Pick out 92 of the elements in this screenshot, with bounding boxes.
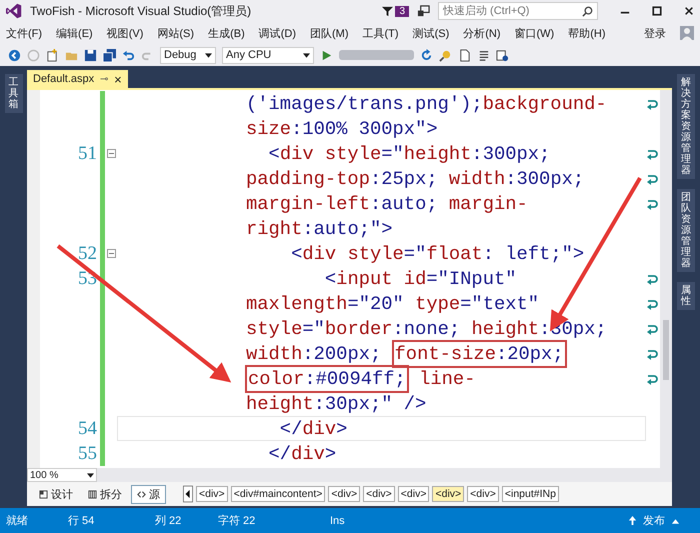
breadcrumb-item[interactable]: <div> [398,486,430,502]
zoom-dropdown[interactable]: 100 % [27,468,97,482]
menu-item[interactable]: 工具(T) [362,26,399,40]
caret-icon[interactable] [671,518,680,524]
design-view-icon [39,490,48,499]
line-number: 55 [78,442,97,464]
refresh-icon[interactable] [420,48,433,62]
menu-item[interactable]: 调试(D) [258,26,296,40]
vertical-scrollbar[interactable] [660,90,672,468]
menu-item[interactable]: 文件(F) [6,26,42,40]
view-tab[interactable]: 源 [131,484,166,504]
breadcrumb-item[interactable]: <div#maincontent> [230,486,326,502]
panel-tab[interactable]: 团队资源管理器 [677,189,695,272]
char-indicator: 字符 22 [218,514,256,528]
code-line: height:30px;" /> [246,392,426,414]
panel-tab[interactable]: 解决方案资源管理器 [677,74,695,179]
view-tab[interactable]: 拆分 [82,484,128,504]
new-project-icon[interactable] [46,48,59,62]
menu-item[interactable]: 分析(N) [463,26,501,40]
breadcrumb-item[interactable]: <input#INp [502,486,559,502]
menu-item[interactable]: 编辑(E) [56,26,93,40]
code-line: ('images/trans.png');background- [246,92,607,114]
app-logo-icon [6,3,22,19]
line-number: 51 [78,142,97,164]
menu-item[interactable]: 视图(V) [106,26,144,40]
close-tab-icon[interactable]: × [114,72,122,86]
up-arrow-icon [628,515,637,526]
code-text: width [246,342,302,364]
publish-button[interactable]: 发布 [643,513,665,528]
save-icon[interactable] [84,48,97,62]
quick-launch-field[interactable]: 快速启动 (Ctrl+Q) [438,2,598,20]
panel-tab[interactable]: 属性 [677,282,695,310]
split-view-icon [88,490,97,499]
undo-icon[interactable] [122,48,135,62]
close-icon[interactable] [684,6,694,16]
highlight-box: color:#0094ff; [248,368,406,390]
search-icon [582,6,593,16]
document-icon[interactable] [458,48,471,62]
menu-item[interactable]: 团队(M) [310,26,349,40]
status-text: 就绪 [6,514,29,528]
code-line: padding-top:25px; width:300px; [246,168,584,190]
code-line: </div> [278,418,348,440]
dropdown-caret-icon [205,52,212,58]
breadcrumb-item[interactable]: <div> [328,486,360,502]
highlight-box: font-size:20px; [394,342,564,364]
menu-item[interactable]: 网站(S) [157,26,194,40]
list-icon[interactable] [477,48,490,62]
code-line: <div style="height:300px; [268,142,550,164]
back-icon[interactable] [8,48,21,62]
code-line: right:auto;"> [246,218,393,240]
collapse-icon[interactable] [106,149,116,158]
menu-item[interactable]: 帮助(H) [568,26,606,40]
save-all-icon[interactable] [103,48,116,62]
find-icon[interactable] [439,48,452,62]
code-line: size:100% 300px"> [246,118,438,140]
code-text: :200px; [302,342,382,364]
code-line: margin-left:auto; margin- [246,192,528,214]
start-icon[interactable] [320,48,333,62]
sign-in-link[interactable]: 登录 [644,26,666,40]
breadcrumb-item[interactable]: <div> [196,486,228,502]
code-line: <div style="float: left;"> [290,242,584,264]
menu-item[interactable]: 窗口(W) [514,26,554,40]
menu-item[interactable]: 生成(B) [208,26,245,40]
breadcrumb-item[interactable]: <div> [432,486,464,502]
pin-icon[interactable]: ⊸ [100,73,108,85]
breadcrumb-item[interactable]: <div> [467,486,499,502]
notification-badge[interactable]: 3 [395,6,409,16]
code-line: </div> [268,442,336,464]
dropdown-caret-icon [303,52,310,58]
filter-icon[interactable] [382,6,394,16]
code-line: maxlength="20" type="text" [246,292,540,314]
collapse-icon[interactable] [106,249,116,258]
menu-item[interactable]: 测试(S) [412,26,450,40]
code-brackets-icon [137,490,146,499]
configuration-dropdown[interactable]: Debug [160,46,216,64]
code-line: <input id="INput" [324,268,517,290]
window-title: TwoFish - Microsoft Visual Studio(管理员) [30,2,252,20]
row-indicator: 行 54 [68,514,96,528]
breadcrumb-item[interactable]: <div> [363,486,395,502]
scroll-left-icon[interactable] [183,485,193,504]
toolbox-tab[interactable]: 工具箱 [4,74,22,113]
view-tab[interactable]: 设计 [33,484,79,504]
insert-mode-indicator: Ins [330,514,345,526]
platform-dropdown[interactable]: Any CPU [222,46,314,64]
document-tab[interactable]: Default.aspx ⊸ × [27,70,128,88]
line-number: 54 [78,418,97,440]
dropdown-caret-icon [87,472,94,478]
maximize-icon[interactable] [652,6,662,16]
column-indicator: 列 22 [155,514,182,528]
line-number: 52 [78,242,97,264]
code-text: line- [418,368,476,390]
feedback-icon[interactable] [417,4,430,18]
